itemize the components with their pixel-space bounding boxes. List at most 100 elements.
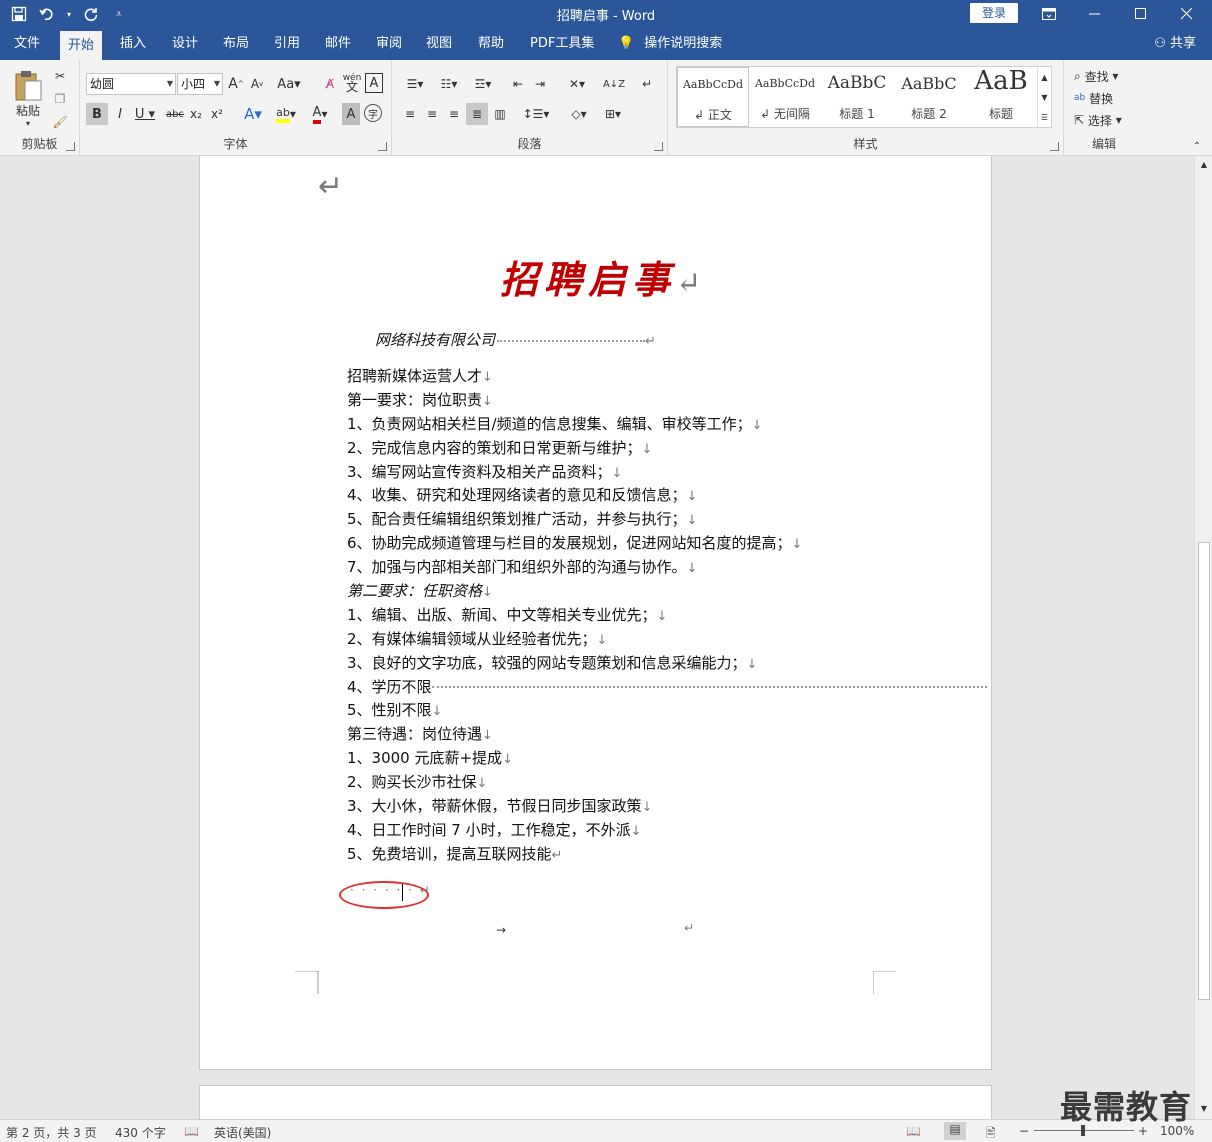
change-case-icon[interactable]: Aa▾ xyxy=(276,73,302,95)
font-name-combo[interactable]: 幼圆 ▼ xyxy=(86,73,176,95)
document-line[interactable]: 5、免费培训，提高互联网技能↵ xyxy=(347,843,987,867)
text-effects-icon[interactable]: A▾ xyxy=(240,103,266,125)
increase-indent-icon[interactable]: ⇥ xyxy=(530,73,550,95)
style-title[interactable]: AaB 标题 xyxy=(965,66,1037,127)
document-line[interactable]: 4、日工作时间 7 小时，工作稳定，不外派↓ xyxy=(347,819,987,843)
document-heading[interactable]: 招聘启事↵ xyxy=(500,249,707,304)
tab-file[interactable]: 文件 xyxy=(6,28,48,60)
show-hide-marks-icon[interactable]: ↵ xyxy=(638,73,656,95)
character-border-icon[interactable]: A xyxy=(365,73,383,93)
tab-help[interactable]: 帮助 xyxy=(470,28,512,60)
clipboard-launcher-icon[interactable] xyxy=(66,142,75,151)
document-line[interactable]: 6、协助完成频道管理与栏目的发展规划，促进网站知名度的提高；↓ xyxy=(347,532,987,556)
document-line[interactable]: 招聘新媒体运营人才↓ xyxy=(347,365,987,389)
gallery-more-icon[interactable]: ☰ xyxy=(1037,107,1051,127)
phonetic-guide-icon[interactable]: wén 文 xyxy=(342,71,362,95)
align-center-icon[interactable]: ≡ xyxy=(422,103,442,125)
document-line[interactable]: 3、大小休，带薪休假，节假日同步国家政策↓ xyxy=(347,795,987,819)
multilevel-list-icon[interactable]: ☲▾ xyxy=(468,73,498,95)
font-launcher-icon[interactable] xyxy=(378,142,387,151)
share-button[interactable]: ⚇ 共享 xyxy=(1154,28,1196,60)
find-button[interactable]: ⌕ 查找 ▾ xyxy=(1074,66,1140,86)
decrease-indent-icon[interactable]: ⇤ xyxy=(508,73,528,95)
grow-font-icon[interactable]: A ^ xyxy=(227,73,245,95)
copy-icon[interactable]: ❐ xyxy=(50,89,70,109)
tab-home[interactable]: 开始 xyxy=(60,31,103,60)
company-line[interactable]: 网络科技有限公司 ↵ xyxy=(375,329,656,350)
select-button[interactable]: ⇱ 选择 ▾ xyxy=(1074,110,1140,130)
document-line[interactable]: 7、加强与内部相关部门和组织外部的沟通与协作。↓ xyxy=(347,556,987,580)
document-line[interactable]: 3、良好的文字功底，较强的网站专题策划和信息采编能力；↓ xyxy=(347,652,987,676)
justify-icon[interactable]: ≣ xyxy=(466,103,488,125)
collapse-ribbon-icon[interactable]: ⌃ xyxy=(1190,140,1204,152)
paragraph-launcher-icon[interactable] xyxy=(654,142,663,151)
document-line[interactable]: 1、编辑、出版、新闻、中文等相关专业优先；↓ xyxy=(347,604,987,628)
gallery-scroll-down-icon[interactable]: ▼ xyxy=(1037,87,1051,107)
replace-button[interactable]: ab 替换 xyxy=(1074,88,1140,108)
borders-icon[interactable]: ⊞▾ xyxy=(598,103,628,125)
page[interactable]: ↵ 招聘启事↵ 网络科技有限公司 ↵ 招聘新媒体运营人才↓ 第一要求：岗位职责↓ 1、… xyxy=(199,156,992,1070)
bold-icon[interactable]: B xyxy=(86,103,108,125)
next-page[interactable] xyxy=(199,1085,992,1119)
font-size-combo[interactable]: 小四 ▼ xyxy=(177,73,223,95)
style-no-spacing[interactable]: AaBbCcDd ↲ 无间隔 xyxy=(749,67,821,127)
style-heading-1[interactable]: AaBbC 标题 1 xyxy=(821,67,893,127)
close-icon[interactable] xyxy=(1164,0,1210,28)
document-line[interactable]: 第二要求：任职资格↓ xyxy=(347,580,987,604)
scroll-down-icon[interactable]: ▼ xyxy=(1198,1102,1210,1114)
clear-formatting-icon[interactable]: A̸ xyxy=(320,73,340,95)
highlight-color-icon[interactable]: ab ▾ xyxy=(272,103,300,125)
tab-pdf-tools[interactable]: PDF工具集 xyxy=(522,28,602,60)
format-painter-icon[interactable]: 🖌 xyxy=(50,112,70,132)
document-line[interactable]: 1、3000 元底薪+提成↓ xyxy=(347,747,987,771)
align-right-icon[interactable]: ≡ xyxy=(444,103,464,125)
tab-layout[interactable]: 布局 xyxy=(215,28,257,60)
document-line[interactable]: 4、学历不限 xyxy=(347,676,987,700)
tab-review[interactable]: 审阅 xyxy=(368,28,410,60)
subscript-icon[interactable]: x₂ xyxy=(187,103,205,125)
document-line[interactable]: 第一要求：岗位职责↓ xyxy=(347,389,987,413)
body-text[interactable]: 招聘新媒体运营人才↓ 第一要求：岗位职责↓ 1、负责网站相关栏目/频道的信息搜集、编… xyxy=(347,365,987,867)
document-line[interactable]: 2、完成信息内容的策划和日常更新与维护；↓ xyxy=(347,437,987,461)
tab-design[interactable]: 设计 xyxy=(164,28,206,60)
web-layout-icon[interactable]: 🖹 xyxy=(986,1124,996,1142)
tab-view[interactable]: 视图 xyxy=(418,28,460,60)
enclose-characters-icon[interactable]: 字 xyxy=(364,104,382,122)
shrink-font-icon[interactable]: Av xyxy=(248,73,266,95)
document-line[interactable]: 5、性别不限↓ xyxy=(347,699,987,723)
style-normal[interactable]: AaBbCcDd ↲ 正文 xyxy=(677,67,749,127)
read-mode-icon[interactable]: 📖 xyxy=(906,1124,921,1138)
style-heading-2[interactable]: AaBbC 标题 2 xyxy=(893,67,965,127)
sort-icon[interactable]: A↓Z xyxy=(603,73,625,95)
document-line[interactable]: 2、有媒体编辑领域从业经验者优先；↓ xyxy=(347,628,987,652)
tab-insert[interactable]: 插入 xyxy=(112,28,154,60)
strikethrough-icon[interactable]: abc xyxy=(164,103,186,125)
align-left-icon[interactable]: ≡ xyxy=(400,103,420,125)
superscript-icon[interactable]: x² xyxy=(208,103,226,125)
bullets-icon[interactable]: ☰▾ xyxy=(400,73,430,95)
paste-button[interactable]: 粘贴 ▾ xyxy=(8,66,48,132)
document-line[interactable]: 5、配合责任编辑组织策划推广活动，并参与执行；↓ xyxy=(347,508,987,532)
print-layout-icon[interactable]: ▤ xyxy=(944,1122,966,1140)
styles-launcher-icon[interactable] xyxy=(1050,142,1059,151)
proofing-icon[interactable]: 📖 xyxy=(184,1124,199,1138)
tab-references[interactable]: 引用 xyxy=(266,28,308,60)
scrollbar-thumb[interactable] xyxy=(1198,542,1210,1000)
login-button[interactable]: 登录 xyxy=(970,3,1018,23)
distributed-icon[interactable]: ▥ xyxy=(490,103,510,125)
ribbon-display-options-icon[interactable] xyxy=(1026,0,1072,28)
shading-icon[interactable]: ◇▾ xyxy=(564,103,594,125)
italic-icon[interactable]: I xyxy=(110,103,130,125)
document-line[interactable]: 4、收集、研究和处理网络读者的意见和反馈信息；↓ xyxy=(347,484,987,508)
zoom-out-icon[interactable]: − xyxy=(1019,1124,1029,1138)
underline-icon[interactable]: U ▾ xyxy=(132,103,158,125)
numbering-icon[interactable]: ☷▾ xyxy=(434,73,464,95)
tab-mailings[interactable]: 邮件 xyxy=(317,28,359,60)
character-shading-icon[interactable]: A xyxy=(342,103,360,125)
tell-me-search[interactable]: 💡 操作说明搜索 xyxy=(610,28,730,60)
maximize-icon[interactable] xyxy=(1118,0,1164,28)
document-line[interactable]: 第三待遇：岗位待遇↓ xyxy=(347,723,987,747)
line-spacing-icon[interactable]: ↕☰▾ xyxy=(520,103,552,125)
font-color-icon[interactable]: A ▾ xyxy=(306,103,334,125)
gallery-scroll-up-icon[interactable]: ▲ xyxy=(1037,67,1051,87)
